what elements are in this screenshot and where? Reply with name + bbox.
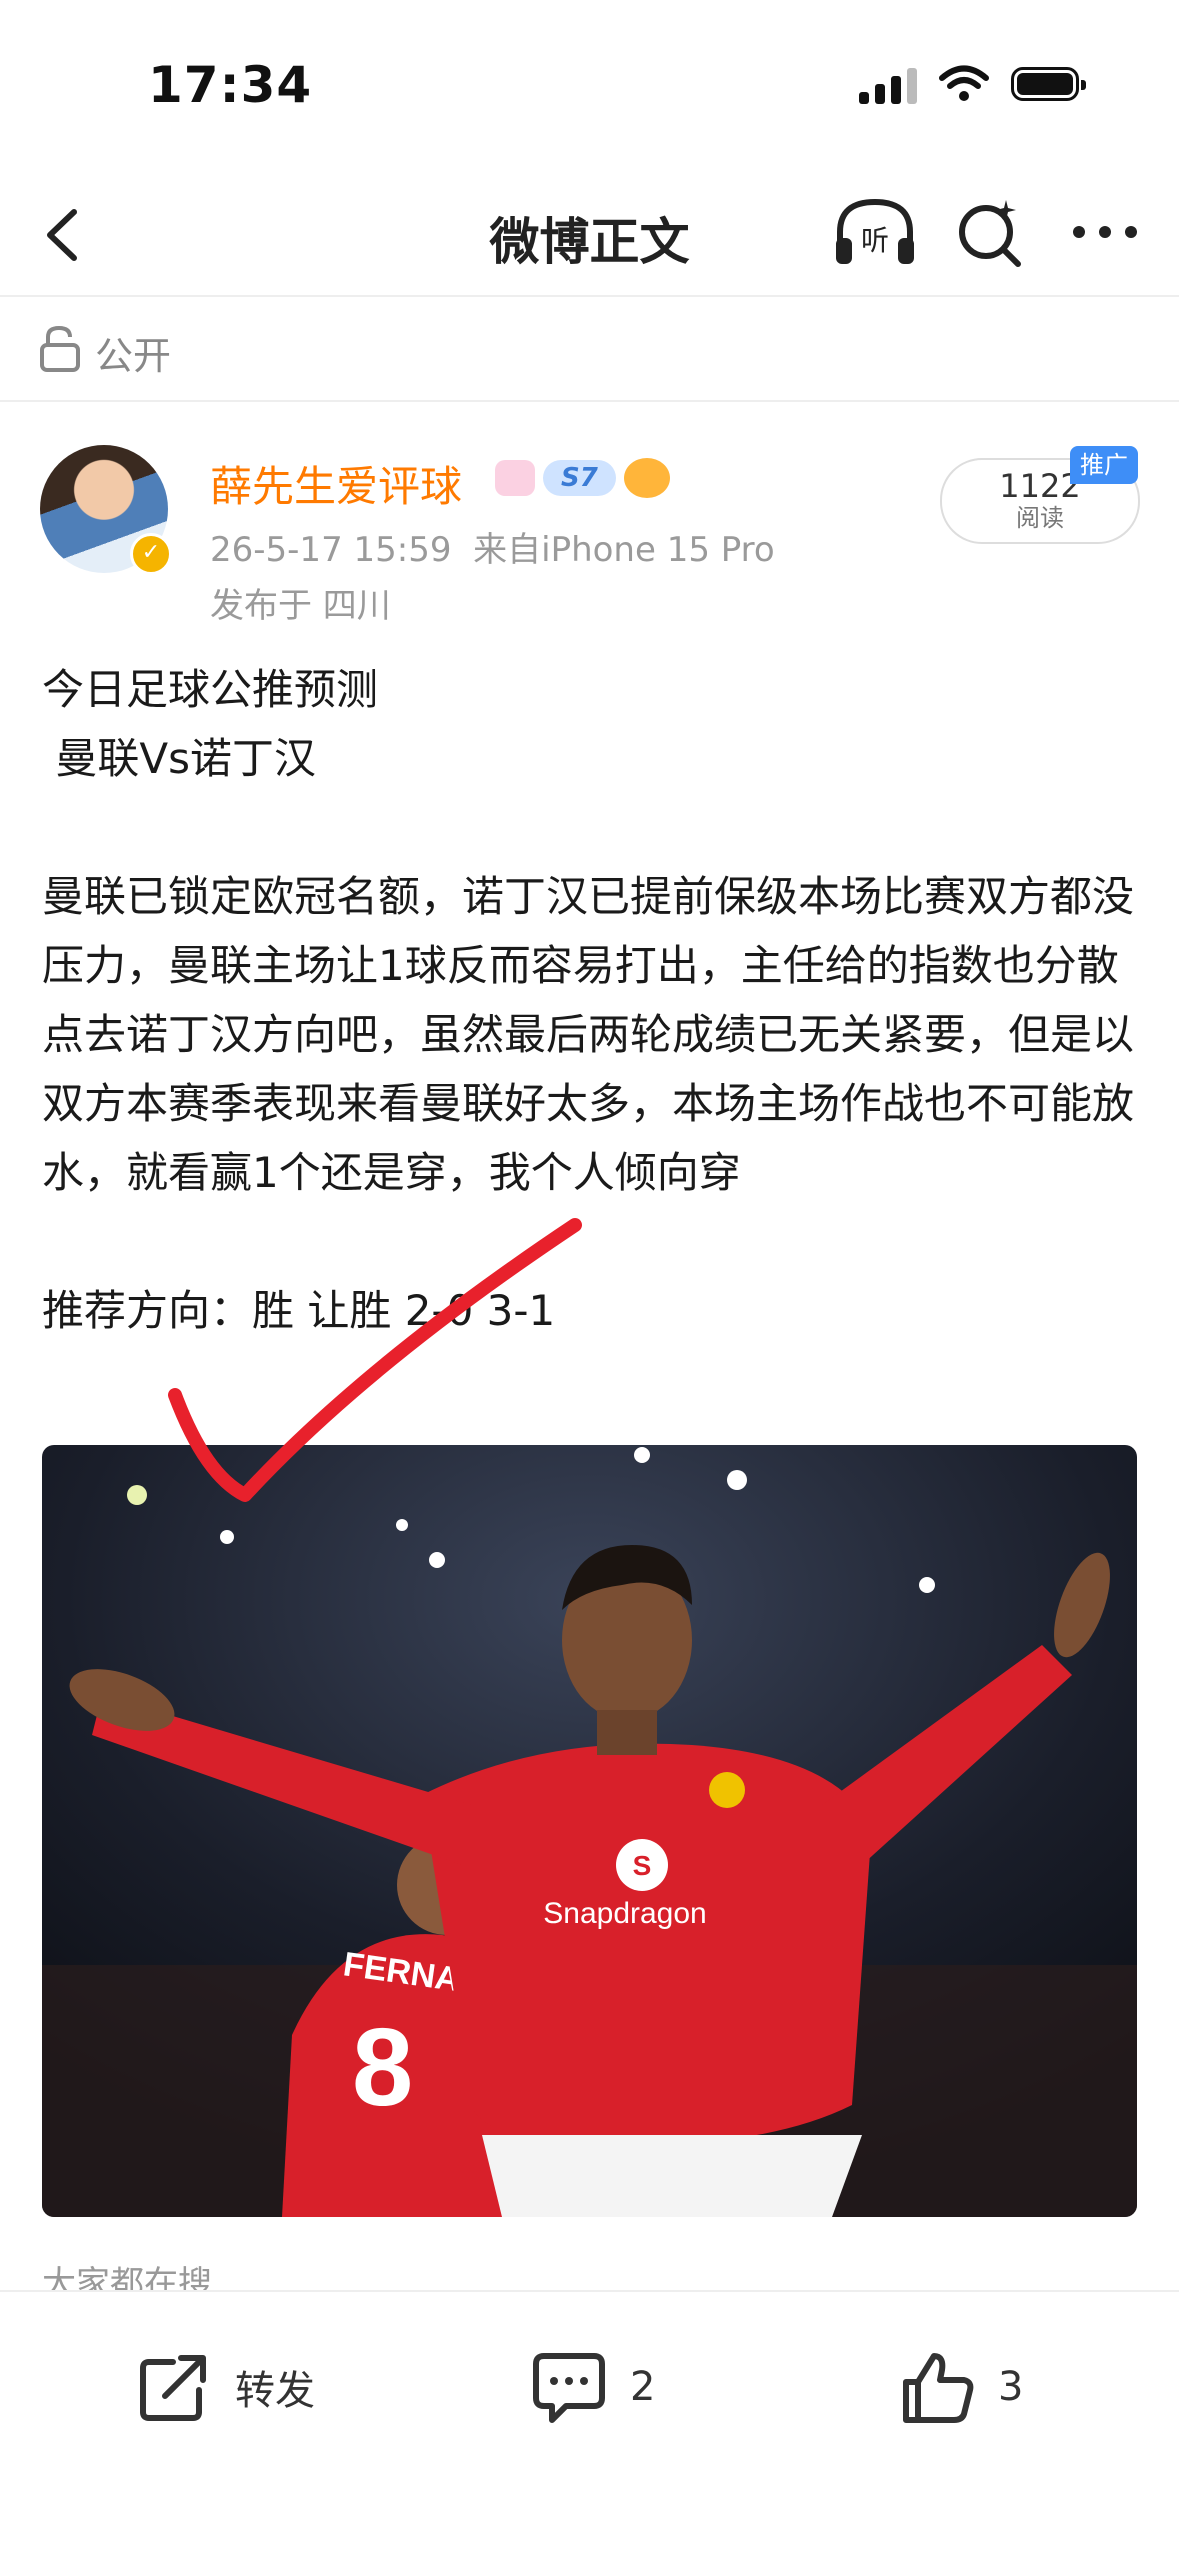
post-line-1: 今日足球公推预测 <box>42 665 379 714</box>
battery-icon <box>1011 67 1086 101</box>
comment-count: 2 <box>630 2364 656 2410</box>
visibility-label: 公开 <box>95 334 172 378</box>
post-source: 来自iPhone 15 Pro <box>473 530 775 570</box>
shirt-back-number: 8 <box>352 2006 413 2129</box>
cellular-signal-icon <box>859 64 917 104</box>
post-image[interactable]: FERNANDES 8 S Snapdragon <box>42 1445 1137 2217</box>
headphones-listen-icon[interactable]: 听 <box>830 192 920 272</box>
thumbs-up-icon <box>903 2353 974 2423</box>
nav-bar: 微博正文 听 <box>0 170 1179 297</box>
repost-icon <box>140 2355 206 2421</box>
status-time: 17:34 <box>148 56 313 114</box>
post-recommendation: 推荐方向：胜 让胜 2-0 3-1 <box>42 1286 556 1335</box>
author-badges: S7 <box>495 458 670 498</box>
post-line-2: 曼联Vs诺丁汉 <box>42 734 316 783</box>
shirt-sponsor: Snapdragon <box>543 1897 706 1930</box>
svg-text:S: S <box>633 1850 652 1881</box>
avatar[interactable]: ✓ <box>40 445 172 575</box>
post-timestamp: 26-5-17 15:59 <box>210 530 452 570</box>
search-icon[interactable] <box>950 192 1030 272</box>
repost-button[interactable]: 转发 <box>135 2342 315 2432</box>
promote-tag[interactable]: 推广 <box>1070 446 1138 484</box>
like-button[interactable]: 3 <box>898 2342 1023 2432</box>
verified-badge-icon: ✓ <box>130 533 172 575</box>
wifi-icon <box>939 65 989 101</box>
visibility-row: 公开 <box>0 297 1179 402</box>
status-bar: 17:34 <box>0 0 1179 170</box>
bottom-action-bar: 转发 2 3 <box>0 2290 1179 2558</box>
unlock-icon <box>40 325 80 372</box>
repost-label: 转发 <box>235 2368 315 2414</box>
member-badge-icon <box>495 460 535 496</box>
read-unit: 阅读 <box>1016 504 1064 532</box>
post-content: 今日足球公推预测 曼联Vs诺丁汉 曼联已锁定欧冠名额，诺丁汉已提前保级本场比赛双… <box>42 655 1142 1345</box>
post-location: 发布于 四川 <box>210 586 391 626</box>
listen-label: 听 <box>861 224 889 257</box>
fan-badge-icon <box>623 458 670 498</box>
status-icons <box>859 64 1086 104</box>
level-badge: S7 <box>543 460 616 496</box>
like-count: 3 <box>998 2364 1024 2410</box>
author-name[interactable]: 薛先生爱评球 <box>210 453 462 514</box>
more-options-icon[interactable] <box>1065 192 1145 272</box>
comment-button[interactable]: 2 <box>530 2342 655 2432</box>
comment-icon <box>533 2353 605 2423</box>
post-body: 曼联已锁定欧冠名额，诺丁汉已提前保级本场比赛双方都没压力，曼联主场让1球反而容易… <box>42 872 1135 1197</box>
post-meta: 26-5-17 15:59 来自iPhone 15 Pro <box>210 522 775 571</box>
